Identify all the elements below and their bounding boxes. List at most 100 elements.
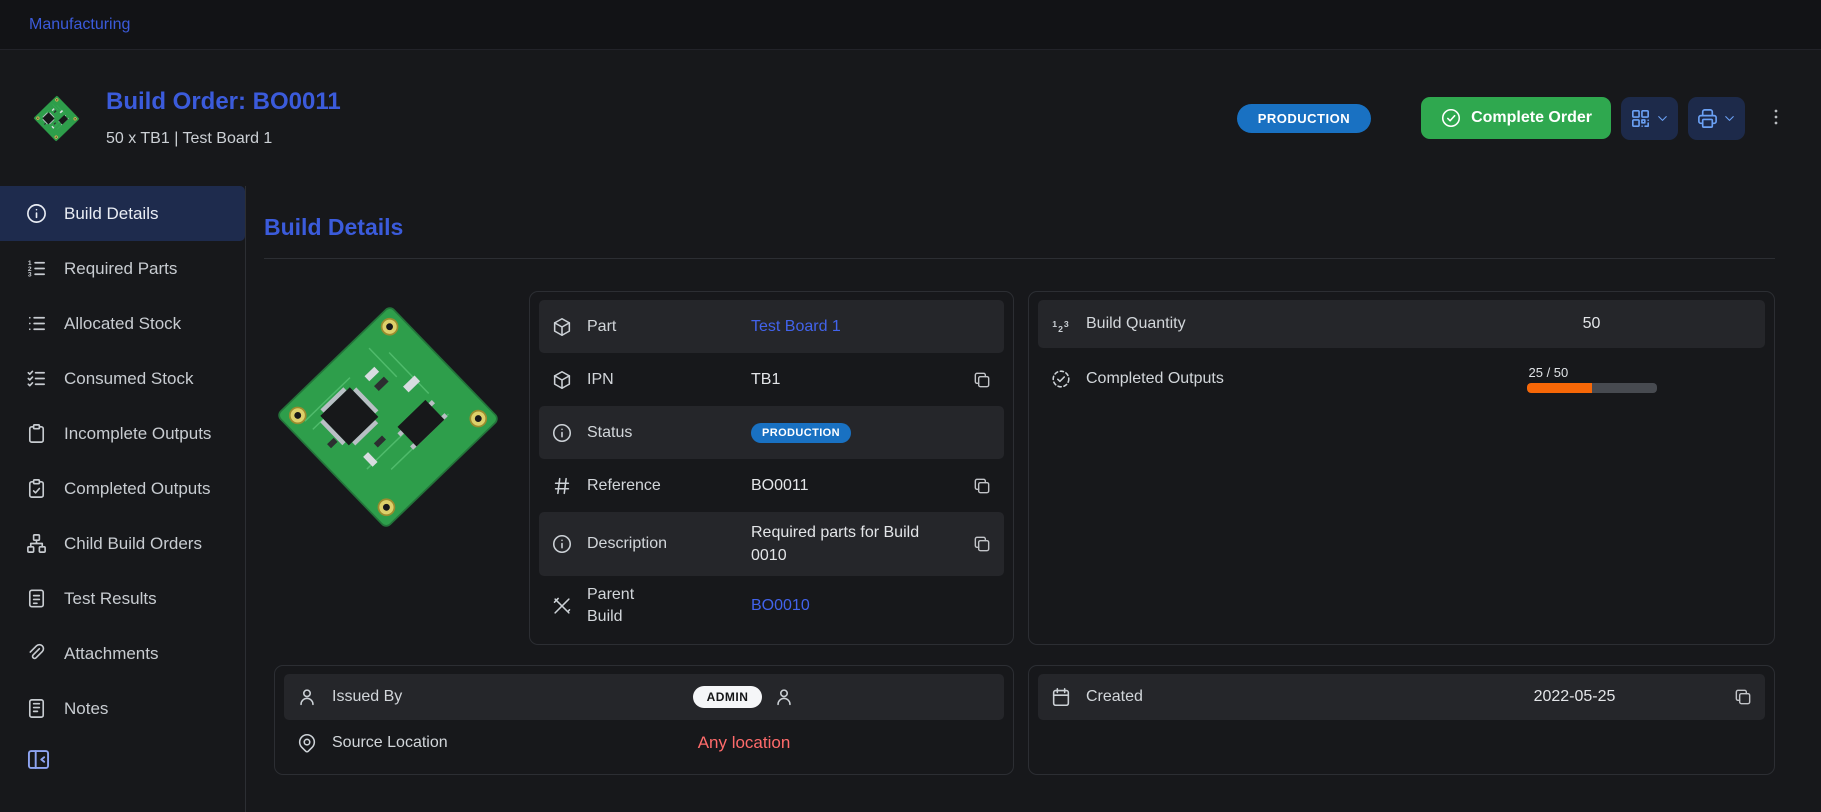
- sitemap-icon: [25, 532, 48, 555]
- barcode-actions-button[interactable]: [1621, 97, 1678, 140]
- detail-row-completed-outputs: Completed Outputs 25 / 50: [1038, 348, 1765, 410]
- sidebar-item-label: Consumed Stock: [64, 369, 193, 389]
- sidebar-item-notes[interactable]: Notes: [0, 681, 245, 736]
- sidebar-item-child-build-orders[interactable]: Child Build Orders: [0, 516, 245, 571]
- detail-row-parent-build: Parent Build BO0010: [539, 576, 1004, 636]
- status-badge: PRODUCTION: [1237, 104, 1371, 133]
- copy-ipn-button[interactable]: [972, 370, 992, 390]
- copy-reference-button[interactable]: [972, 476, 992, 496]
- detail-label: Status: [587, 422, 737, 444]
- ipn-value: TB1: [751, 368, 780, 391]
- breadcrumb-link-manufacturing[interactable]: Manufacturing: [29, 16, 130, 34]
- issued-panel: Issued By ADMIN Source Location Any loca…: [274, 665, 1014, 775]
- created-panel: Created 2022-05-25: [1028, 665, 1775, 775]
- user-icon: [296, 686, 318, 708]
- page-title: Build Order: BO0011: [106, 88, 341, 116]
- title-block: Build Order: BO0011 50 x TB1 | Test Boar…: [106, 88, 341, 148]
- detail-row-source-location: Source Location Any location: [284, 720, 1004, 766]
- dots-vertical-icon: [1765, 106, 1787, 128]
- list-check-icon: [25, 367, 48, 390]
- calendar-icon: [1050, 686, 1072, 708]
- numbers-123-icon: [1050, 313, 1072, 335]
- sidebar-item-required-parts[interactable]: Required Parts: [0, 241, 245, 296]
- breadcrumb: Manufacturing: [0, 0, 1821, 50]
- info-circle-icon: [551, 422, 573, 444]
- sidebar-item-label: Child Build Orders: [64, 534, 202, 554]
- main-content: Build Details Part Test Board 1 IPN TB1: [246, 186, 1821, 812]
- detail-label: Completed Outputs: [1086, 368, 1416, 390]
- copy-icon: [972, 370, 992, 390]
- detail-label: IPN: [587, 369, 737, 391]
- circle-check-icon: [1440, 107, 1462, 129]
- chevron-down-icon: [1655, 111, 1670, 126]
- sidebar-item-label: Build Details: [64, 204, 159, 224]
- clipboard-check-icon: [25, 477, 48, 500]
- copy-icon: [972, 534, 992, 554]
- sidebar-item-attachments[interactable]: Attachments: [0, 626, 245, 681]
- sidebar-item-build-details[interactable]: Build Details: [0, 186, 245, 241]
- sidebar-item-label: Attachments: [64, 644, 159, 664]
- notes-icon: [25, 697, 48, 720]
- info-circle-icon: [25, 202, 48, 225]
- description-value: Required parts for Build 0010: [751, 521, 927, 567]
- sidebar-item-allocated-stock[interactable]: Allocated Stock: [0, 296, 245, 351]
- section-divider: [264, 258, 1775, 259]
- tools-icon: [551, 595, 573, 617]
- copy-description-button[interactable]: [972, 534, 992, 554]
- detail-row-reference: Reference BO0011: [539, 459, 1004, 512]
- printer-icon: [1696, 107, 1719, 130]
- page-subtitle: 50 x TB1 | Test Board 1: [106, 130, 341, 148]
- detail-label: Description: [587, 533, 737, 555]
- sidebar-item-completed-outputs[interactable]: Completed Outputs: [0, 461, 245, 516]
- build-thumbnail-image[interactable]: [33, 92, 80, 145]
- progress-label: 25 / 50: [1527, 365, 1569, 380]
- sidebar-item-incomplete-outputs[interactable]: Incomplete Outputs: [0, 406, 245, 461]
- part-link[interactable]: Test Board 1: [751, 315, 841, 338]
- clipboard-icon: [25, 422, 48, 445]
- box-icon: [551, 316, 573, 338]
- test-report-icon: [25, 587, 48, 610]
- info-circle-icon: [551, 533, 573, 555]
- progress-check-icon: [1050, 368, 1072, 390]
- hash-icon: [551, 475, 573, 497]
- completed-progress-fill: [1527, 383, 1592, 393]
- detail-row-issued-by: Issued By ADMIN: [284, 674, 1004, 720]
- detail-label: Source Location: [332, 732, 482, 754]
- copy-icon: [972, 476, 992, 496]
- print-actions-button[interactable]: [1688, 97, 1745, 140]
- build-details-panel: Part Test Board 1 IPN TB1 Status: [529, 291, 1014, 645]
- copy-icon: [1733, 687, 1753, 707]
- reference-value: BO0011: [751, 474, 809, 497]
- detail-row-created: Created 2022-05-25: [1038, 674, 1765, 720]
- header-actions: PRODUCTION Complete Order: [1237, 97, 1787, 140]
- parent-build-link[interactable]: BO0010: [751, 594, 810, 617]
- detail-row-description: Description Required parts for Build 001…: [539, 512, 1004, 576]
- list-numbers-icon: [25, 257, 48, 280]
- section-heading: Build Details: [264, 214, 1775, 241]
- progress-track: [1527, 383, 1657, 393]
- detail-label: Issued By: [332, 686, 482, 708]
- detail-row-build-quantity: Build Quantity 50: [1038, 300, 1765, 348]
- sidebar-collapse-area: [0, 746, 245, 778]
- copy-created-button[interactable]: [1733, 687, 1753, 707]
- chevron-down-icon: [1722, 111, 1737, 126]
- sidebar-collapse-icon: [25, 746, 52, 773]
- sidebar: Build Details Required Parts Allocated S…: [0, 186, 246, 812]
- sidebar-item-label: Notes: [64, 699, 108, 719]
- qr-code-icon: [1629, 107, 1652, 130]
- part-image[interactable]: [274, 293, 502, 541]
- detail-label: Reference: [587, 475, 737, 497]
- sidebar-item-label: Incomplete Outputs: [64, 424, 211, 444]
- detail-label: Part: [587, 316, 737, 338]
- box-icon: [551, 369, 573, 391]
- detail-label: Created: [1086, 686, 1416, 708]
- map-pin-icon: [296, 732, 318, 754]
- build-quantity-value: 50: [1583, 312, 1601, 335]
- more-actions-button[interactable]: [1765, 106, 1787, 131]
- sidebar-item-consumed-stock[interactable]: Consumed Stock: [0, 351, 245, 406]
- sidebar-item-test-results[interactable]: Test Results: [0, 571, 245, 626]
- page-layout: Build Details Required Parts Allocated S…: [0, 186, 1821, 812]
- sidebar-collapse-button[interactable]: [25, 746, 52, 776]
- complete-order-button[interactable]: Complete Order: [1421, 97, 1611, 139]
- detail-row-status: Status PRODUCTION: [539, 406, 1004, 459]
